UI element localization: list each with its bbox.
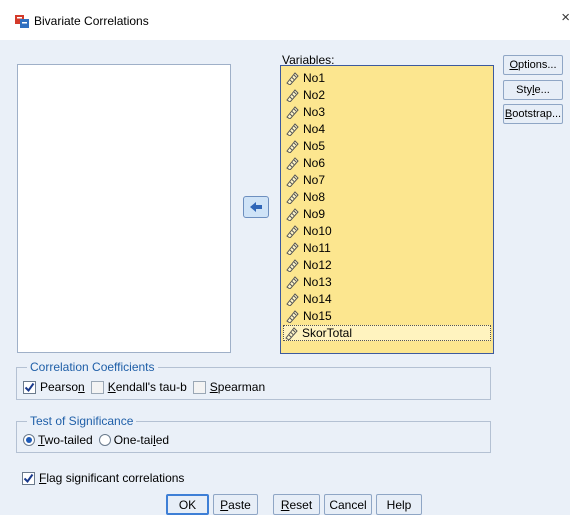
ok-button[interactable]: OK bbox=[166, 494, 209, 515]
list-item[interactable]: No12 bbox=[285, 257, 332, 273]
variable-label: No13 bbox=[303, 275, 332, 289]
scale-ruler-icon bbox=[286, 72, 299, 85]
close-icon[interactable]: × bbox=[561, 10, 570, 25]
scale-ruler-icon bbox=[285, 327, 298, 340]
options-button[interactable]: Options... bbox=[503, 55, 563, 75]
variable-label: No15 bbox=[303, 309, 332, 323]
pearson-checkbox[interactable] bbox=[23, 380, 36, 394]
variable-label: No9 bbox=[303, 207, 326, 221]
correlation-coefficients-group: Correlation Coefficients Pearson Kendall… bbox=[16, 360, 491, 400]
variable-label: No10 bbox=[303, 224, 332, 238]
help-button[interactable]: Help bbox=[376, 494, 422, 515]
paste-button[interactable]: Paste bbox=[213, 494, 258, 515]
one-tailed-label: One-tailed bbox=[113, 433, 170, 447]
scale-ruler-icon bbox=[286, 123, 299, 136]
kendall-checkbox[interactable] bbox=[90, 380, 104, 394]
group-legend: Test of Significance bbox=[27, 414, 137, 428]
radio-selected-dot bbox=[26, 437, 32, 443]
list-item[interactable]: No5 bbox=[285, 138, 325, 154]
spearman-label: Spearman bbox=[209, 380, 266, 394]
bootstrap-button[interactable]: Bootstrap... bbox=[503, 104, 563, 124]
list-item[interactable]: No15 bbox=[285, 308, 332, 324]
list-item[interactable]: No9 bbox=[285, 206, 325, 222]
spearman-checkbox[interactable] bbox=[192, 380, 206, 394]
kendall-label: Kendall's tau-b bbox=[107, 380, 187, 394]
source-variable-list[interactable] bbox=[17, 64, 231, 353]
two-tailed-label: Two-tailed bbox=[38, 433, 93, 447]
reset-button[interactable]: Reset bbox=[273, 494, 320, 515]
variable-label: No3 bbox=[303, 105, 326, 119]
check-icon bbox=[23, 473, 34, 483]
scale-ruler-icon bbox=[286, 242, 299, 255]
scale-ruler-icon bbox=[286, 225, 299, 238]
variable-label: No14 bbox=[303, 292, 332, 306]
scale-ruler-icon bbox=[286, 310, 299, 323]
window-title: Bivariate Correlations bbox=[34, 14, 149, 28]
list-item[interactable]: No13 bbox=[285, 274, 332, 290]
check-icon bbox=[24, 382, 35, 392]
scale-ruler-icon bbox=[286, 174, 299, 187]
list-item[interactable]: No14 bbox=[285, 291, 332, 307]
two-tailed-radio[interactable] bbox=[23, 434, 35, 446]
variable-label: No7 bbox=[303, 173, 326, 187]
scale-ruler-icon bbox=[286, 293, 299, 306]
flag-significant-label: Flag significant correlations bbox=[39, 471, 185, 485]
arrow-left-icon bbox=[250, 202, 262, 212]
list-item[interactable]: No7 bbox=[285, 172, 325, 188]
test-of-significance-group: Test of Significance Two-tailed One-tail… bbox=[16, 414, 491, 453]
list-item[interactable]: No1 bbox=[285, 70, 325, 86]
scale-ruler-icon bbox=[286, 89, 299, 102]
variable-label: No8 bbox=[303, 190, 326, 204]
flag-significant-checkbox[interactable] bbox=[22, 471, 35, 485]
move-variable-button[interactable] bbox=[243, 196, 269, 218]
one-tailed-radio[interactable] bbox=[98, 434, 111, 446]
scale-ruler-icon bbox=[286, 157, 299, 170]
cancel-button[interactable]: Cancel bbox=[324, 494, 372, 515]
scale-ruler-icon bbox=[286, 191, 299, 204]
variables-list[interactable]: No1 No2 No3 No4 No5 No6 No7 No8 No9 No10… bbox=[280, 65, 494, 354]
variable-label: No12 bbox=[303, 258, 332, 272]
pearson-label: Pearson bbox=[40, 380, 85, 394]
variable-label: No11 bbox=[303, 241, 331, 255]
significance-options: Two-tailed One-tailed bbox=[23, 433, 169, 447]
list-item[interactable]: No11 bbox=[285, 240, 331, 256]
variable-label: No5 bbox=[303, 139, 326, 153]
variable-label: SkorTotal bbox=[302, 326, 353, 340]
list-item[interactable]: No2 bbox=[285, 87, 325, 103]
list-item[interactable]: No4 bbox=[285, 121, 325, 137]
scale-ruler-icon bbox=[286, 140, 299, 153]
style-button[interactable]: Sty l e... bbox=[503, 80, 563, 100]
spss-dialog-icon bbox=[15, 15, 29, 28]
list-item[interactable]: No3 bbox=[285, 104, 325, 120]
list-item[interactable]: No8 bbox=[285, 189, 325, 205]
list-item-selected[interactable]: SkorTotal bbox=[283, 325, 491, 341]
coefficient-options: Pearson Kendall's tau-b Spearman bbox=[23, 380, 265, 394]
variable-label: No4 bbox=[303, 122, 326, 136]
scale-ruler-icon bbox=[286, 106, 299, 119]
scale-ruler-icon bbox=[286, 276, 299, 289]
list-item[interactable]: No10 bbox=[285, 223, 332, 239]
variable-label: No6 bbox=[303, 156, 326, 170]
group-legend: Correlation Coefficients bbox=[27, 360, 158, 374]
scale-ruler-icon bbox=[286, 259, 299, 272]
variable-label: No1 bbox=[303, 71, 326, 85]
flag-significant-row: Flag significant correlations bbox=[22, 471, 184, 485]
title-bar: Bivariate Correlations × bbox=[0, 0, 570, 40]
list-item[interactable]: No6 bbox=[285, 155, 325, 171]
scale-ruler-icon bbox=[286, 208, 299, 221]
variable-label: No2 bbox=[303, 88, 326, 102]
